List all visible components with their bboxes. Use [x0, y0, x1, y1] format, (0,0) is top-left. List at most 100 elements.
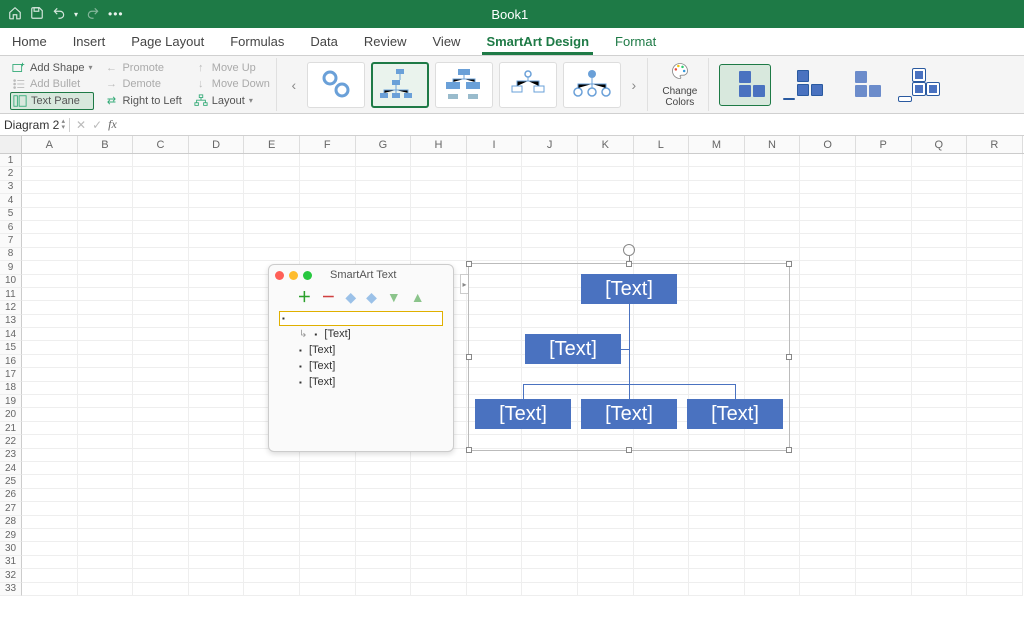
- cell[interactable]: [22, 154, 78, 167]
- cell[interactable]: [356, 569, 412, 582]
- cell[interactable]: [689, 475, 745, 488]
- fx-icon[interactable]: fx: [108, 117, 117, 132]
- cell[interactable]: [133, 449, 189, 462]
- cell[interactable]: [967, 368, 1023, 381]
- cell[interactable]: [22, 368, 78, 381]
- cell[interactable]: [856, 395, 912, 408]
- cell[interactable]: [467, 489, 523, 502]
- cell[interactable]: [22, 435, 78, 448]
- cell[interactable]: [189, 275, 245, 288]
- row-header[interactable]: 8: [0, 248, 22, 261]
- layout-thumb-1[interactable]: [307, 62, 365, 108]
- row-header[interactable]: 29: [0, 529, 22, 542]
- cell[interactable]: [634, 221, 690, 234]
- cell[interactable]: [189, 368, 245, 381]
- cell[interactable]: [78, 382, 134, 395]
- cell[interactable]: [467, 502, 523, 515]
- cell[interactable]: [967, 248, 1023, 261]
- cell[interactable]: [22, 395, 78, 408]
- cell[interactable]: [856, 288, 912, 301]
- cell[interactable]: [912, 301, 968, 314]
- cell[interactable]: [800, 328, 856, 341]
- cell[interactable]: [745, 248, 801, 261]
- cell[interactable]: [133, 489, 189, 502]
- cell[interactable]: [856, 181, 912, 194]
- cell[interactable]: [133, 194, 189, 207]
- cell[interactable]: [856, 208, 912, 221]
- cell[interactable]: [800, 529, 856, 542]
- cell[interactable]: [244, 516, 300, 529]
- text-pane-button[interactable]: Text Pane: [10, 92, 94, 110]
- cell[interactable]: [78, 221, 134, 234]
- cell[interactable]: [800, 449, 856, 462]
- cell[interactable]: [689, 234, 745, 247]
- move-down-icon[interactable]: ▼: [387, 289, 401, 305]
- cell[interactable]: [912, 489, 968, 502]
- cell[interactable]: [967, 208, 1023, 221]
- cell[interactable]: [22, 208, 78, 221]
- cell[interactable]: [800, 261, 856, 274]
- row-header[interactable]: 6: [0, 221, 22, 234]
- textpane-titlebar[interactable]: SmartArt Text: [269, 265, 453, 285]
- tab-insert[interactable]: Insert: [69, 29, 110, 55]
- cell[interactable]: [356, 489, 412, 502]
- cell[interactable]: [189, 355, 245, 368]
- cell[interactable]: [856, 301, 912, 314]
- cell[interactable]: [300, 569, 356, 582]
- cell[interactable]: [689, 167, 745, 180]
- cell[interactable]: [356, 462, 412, 475]
- cell[interactable]: [912, 355, 968, 368]
- cell[interactable]: [133, 462, 189, 475]
- resize-handle[interactable]: [786, 261, 792, 267]
- cell[interactable]: [22, 301, 78, 314]
- cell[interactable]: [411, 502, 467, 515]
- cell[interactable]: [634, 208, 690, 221]
- cell[interactable]: [300, 462, 356, 475]
- cell[interactable]: [300, 542, 356, 555]
- cell[interactable]: [133, 569, 189, 582]
- cell[interactable]: [22, 422, 78, 435]
- cell[interactable]: [745, 529, 801, 542]
- cell[interactable]: [578, 462, 634, 475]
- cell[interactable]: [133, 301, 189, 314]
- cell[interactable]: [189, 315, 245, 328]
- cell[interactable]: [133, 275, 189, 288]
- right-to-left-button[interactable]: ⇄ Right to Left: [102, 93, 183, 109]
- cell[interactable]: [78, 288, 134, 301]
- cell[interactable]: [78, 208, 134, 221]
- row-header[interactable]: 22: [0, 435, 22, 448]
- cell[interactable]: [856, 234, 912, 247]
- cell[interactable]: [745, 502, 801, 515]
- cell[interactable]: [800, 167, 856, 180]
- layout-thumb-5[interactable]: [563, 62, 621, 108]
- cell[interactable]: [78, 556, 134, 569]
- cell[interactable]: [522, 516, 578, 529]
- cell[interactable]: [856, 435, 912, 448]
- cell[interactable]: [800, 408, 856, 421]
- col-header[interactable]: L: [634, 136, 690, 153]
- tab-page-layout[interactable]: Page Layout: [127, 29, 208, 55]
- indent-icon[interactable]: ◆: [366, 289, 377, 306]
- cell[interactable]: [578, 221, 634, 234]
- cell[interactable]: [634, 154, 690, 167]
- cell[interactable]: [300, 516, 356, 529]
- cell[interactable]: [78, 489, 134, 502]
- col-header[interactable]: A: [22, 136, 78, 153]
- cell[interactable]: [78, 194, 134, 207]
- cell[interactable]: [189, 208, 245, 221]
- cell[interactable]: [189, 194, 245, 207]
- cell[interactable]: [22, 288, 78, 301]
- cell[interactable]: [22, 261, 78, 274]
- cell[interactable]: [22, 489, 78, 502]
- cell[interactable]: [467, 462, 523, 475]
- cell[interactable]: [967, 489, 1023, 502]
- cell[interactable]: [22, 462, 78, 475]
- cell[interactable]: [467, 569, 523, 582]
- cell[interactable]: [856, 529, 912, 542]
- cell[interactable]: [689, 181, 745, 194]
- cell[interactable]: [856, 248, 912, 261]
- cell[interactable]: [244, 462, 300, 475]
- cell[interactable]: [912, 583, 968, 596]
- cell[interactable]: [356, 556, 412, 569]
- cell[interactable]: [133, 502, 189, 515]
